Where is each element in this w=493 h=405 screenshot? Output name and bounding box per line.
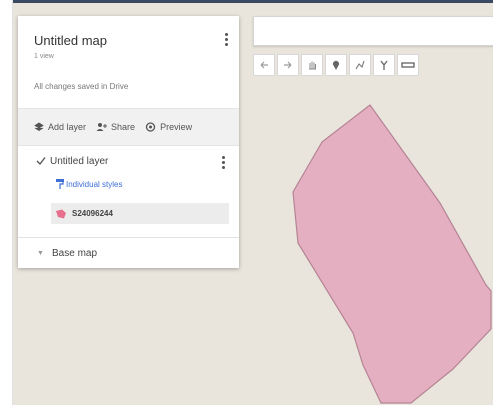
redo-icon — [284, 61, 292, 69]
window-left-edge — [0, 0, 13, 405]
map-toolbar — [253, 54, 419, 76]
ruler-icon — [401, 62, 415, 68]
layer-name[interactable]: Untitled layer — [50, 156, 108, 167]
add-layer-icon — [34, 122, 44, 131]
preview-label: Preview — [160, 122, 193, 132]
hand-tool-button[interactable] — [301, 54, 323, 76]
save-status: All changes saved in Drive — [34, 82, 129, 91]
share-label: Share — [111, 122, 136, 132]
add-layer-button[interactable]: Add layer — [34, 122, 86, 132]
individual-styles-link[interactable]: Individual styles — [66, 180, 122, 189]
panel-divider — [18, 237, 239, 238]
hand-icon — [309, 61, 316, 70]
expand-arrow-icon[interactable]: ▼ — [37, 250, 44, 257]
undo-icon — [260, 61, 268, 69]
map-title[interactable]: Untitled map — [34, 33, 107, 48]
action-bar: Add layer Share Preview — [18, 108, 239, 146]
base-map-label[interactable]: Base map — [52, 248, 97, 259]
add-marker-button[interactable] — [325, 54, 347, 76]
measure-button[interactable] — [397, 54, 419, 76]
directions-button[interactable] — [373, 54, 395, 76]
draw-line-icon — [355, 60, 365, 70]
add-layer-label: Add layer — [48, 122, 87, 132]
map-options-button[interactable] — [225, 33, 228, 48]
draw-line-button[interactable] — [349, 54, 371, 76]
view-count: 1 view — [34, 53, 54, 60]
preview-button[interactable]: Preview — [145, 122, 192, 132]
search-input[interactable] — [253, 16, 493, 46]
redo-button[interactable] — [277, 54, 299, 76]
feature-item[interactable]: S24096244 — [51, 203, 229, 224]
feature-label: S24096244 — [72, 209, 113, 218]
layer-checkbox[interactable] — [36, 156, 46, 166]
polygon-feature[interactable] — [292, 104, 492, 404]
marker-icon — [333, 60, 339, 70]
layer-options-button[interactable] — [222, 156, 225, 171]
share-person-icon — [96, 123, 108, 131]
share-button[interactable]: Share — [96, 122, 135, 132]
undo-button[interactable] — [253, 54, 275, 76]
eye-icon — [145, 122, 156, 132]
map-legend-panel: Untitled map 1 view All changes saved in… — [18, 16, 239, 268]
directions-icon — [380, 60, 388, 70]
paint-roller-icon — [56, 179, 64, 189]
polygon-feature-icon — [56, 209, 66, 218]
